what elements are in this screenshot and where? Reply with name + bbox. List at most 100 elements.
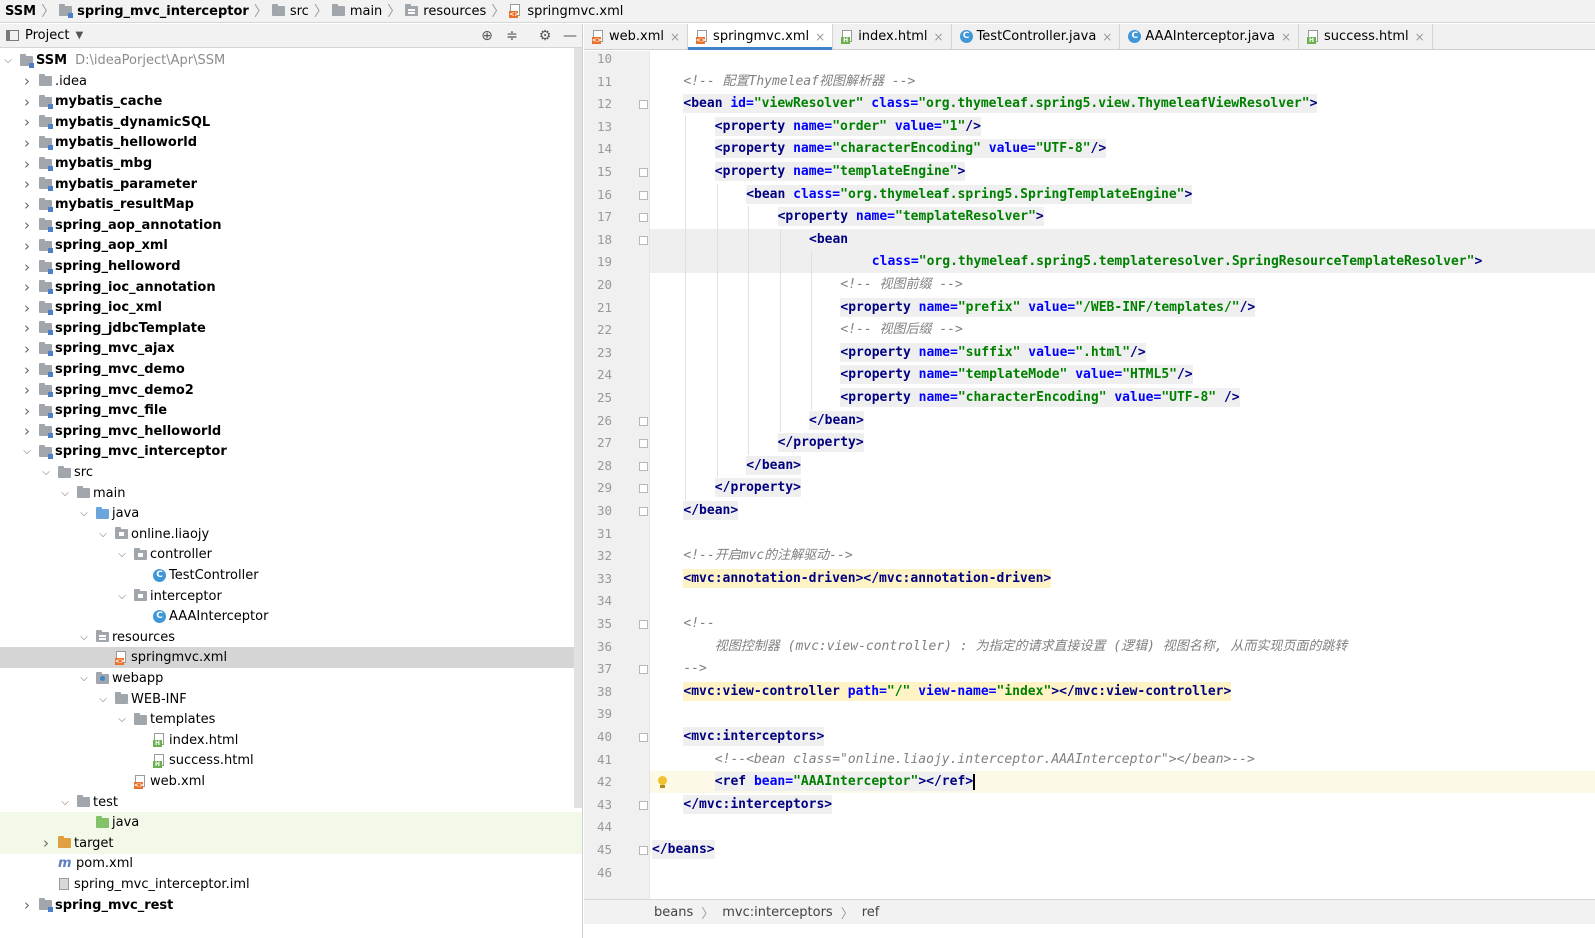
tree-item[interactable]: › spring_jdbcTemplate [0,318,582,339]
chevron-down-icon[interactable]: ⌵ [77,508,91,519]
tree-item[interactable]: › spring_aop_xml [0,235,582,256]
minimize-icon[interactable]: — [561,27,579,45]
tree-item[interactable]: m pom.xml [0,853,582,874]
tree-item[interactable]: java [0,812,582,834]
close-icon[interactable]: × [1102,30,1112,44]
tree-item[interactable]: Hindex.html [0,730,582,751]
chevron-right-icon[interactable]: › [20,896,34,914]
chevron-right-icon[interactable]: › [20,402,34,420]
tab-web-xml[interactable]: <> web.xml × [584,24,689,49]
chevron-down-icon[interactable]: ⌵ [39,467,53,478]
tree-item[interactable]: › spring_mvc_file [0,400,582,421]
chevron-right-icon[interactable]: › [20,113,34,131]
fold-marker-icon[interactable] [639,168,648,177]
breadcrumb-item[interactable]: <> springmvc.xml [509,4,625,19]
tree-item[interactable]: › mybatis_parameter [0,174,582,195]
tab-aaainterceptor-java[interactable]: C AAAInterceptor.java × [1120,24,1300,49]
tree-item[interactable]: › mybatis_dynamicSQL [0,112,582,133]
close-icon[interactable]: × [670,30,680,44]
project-view-selector[interactable]: Project ▼ [6,28,83,43]
tab-index-html[interactable]: Hindex.html × [833,24,952,49]
fold-marker-icon[interactable] [639,461,648,471]
fold-marker-icon[interactable] [639,733,648,742]
tree-item[interactable]: ⌵ controller [0,544,582,565]
fold-marker-icon[interactable] [639,190,648,200]
chevron-right-icon[interactable]: › [20,381,34,399]
chevron-right-icon[interactable]: › [20,237,34,255]
fold-marker-icon[interactable] [639,100,648,110]
tree-item[interactable]: ⌵ src [0,462,582,483]
chevron-down-icon[interactable]: ⌵ [1,55,15,66]
chevron-down-icon[interactable]: ⌵ [20,446,34,457]
tree-item[interactable]: ⌵ SSM D:\ideaPorject\Apr\SSM [0,50,582,71]
gear-icon[interactable]: ⚙ [536,27,554,45]
fold-marker-icon[interactable] [639,213,648,223]
chevron-right-icon[interactable]: › [20,216,34,234]
xml-path-item[interactable]: beans [654,905,693,920]
breadcrumb-item[interactable]: src [271,4,311,19]
chevron-right-icon[interactable]: › [20,134,34,152]
chevron-down-icon[interactable]: ⌵ [58,797,72,808]
tree-item[interactable]: ⌵ resources [0,627,582,648]
tree-item[interactable]: › spring_mvc_demo2 [0,380,582,401]
tree-item[interactable]: ⌵ java [0,503,582,524]
tree-item[interactable]: › .idea [0,71,582,92]
tree-item[interactable]: ⌵ interceptor [0,586,582,607]
chevron-right-icon[interactable]: › [39,834,53,852]
tree-item[interactable]: ⌵ main [0,483,582,504]
chevron-down-icon[interactable]: ⌵ [96,694,110,705]
xml-path-item[interactable]: mvc:interceptors [722,905,832,920]
chevron-right-icon[interactable]: › [20,72,34,90]
fold-marker-icon[interactable] [639,800,648,810]
tree-item[interactable]: › mybatis_cache [0,91,582,112]
tree-item[interactable]: › spring_helloword [0,256,582,277]
tree-item[interactable]: ⌵ webapp [0,668,582,689]
collapse-all-icon[interactable]: ≑ [503,27,521,45]
tree-item[interactable]: spring_mvc_interceptor.iml [0,874,582,895]
close-icon[interactable]: × [934,30,944,44]
chevron-right-icon[interactable]: › [20,93,34,111]
tree-item[interactable]: ⌵ spring_mvc_interceptor [0,441,582,462]
tree-item[interactable]: › spring_aop_annotation [0,215,582,236]
chevron-right-icon[interactable]: › [20,258,34,276]
chevron-down-icon[interactable]: ⌵ [77,673,91,684]
chevron-down-icon[interactable]: ⌵ [96,529,110,540]
xml-path-item[interactable]: ref [862,905,880,920]
tree-item[interactable]: › mybatis_helloworld [0,132,582,153]
chevron-down-icon[interactable]: ⌵ [115,714,129,725]
chevron-right-icon[interactable]: › [20,319,34,337]
fold-marker-icon[interactable] [639,620,648,629]
tree-item[interactable]: C TestController [0,565,582,586]
tree-item[interactable]: › spring_ioc_xml [0,297,582,318]
chevron-right-icon[interactable]: › [20,175,34,193]
locate-icon[interactable]: ⊕ [478,27,496,45]
breadcrumb-item[interactable]: SSM [3,4,38,19]
fold-marker-icon[interactable] [639,235,648,245]
tree-item[interactable]: ⌵ templates [0,709,582,730]
tree-item[interactable]: <> web.xml [0,771,582,792]
breadcrumb-item[interactable]: spring_mvc_interceptor [59,4,251,19]
chevron-down-icon[interactable]: ⌵ [58,488,72,499]
tree-item[interactable]: › spring_ioc_annotation [0,277,582,298]
tab-testcontroller-java[interactable]: C TestController.java × [952,24,1121,49]
chevron-down-icon[interactable]: ⌵ [115,549,129,560]
tree-scrollbar[interactable] [574,48,582,808]
fold-marker-icon[interactable] [639,439,648,449]
tree-item[interactable]: › spring_mvc_demo [0,359,582,380]
chevron-right-icon[interactable]: › [20,155,34,173]
tree-item[interactable]: › spring_mvc_rest [0,895,582,916]
fold-marker-icon[interactable] [639,484,648,494]
chevron-right-icon[interactable]: › [20,196,34,214]
lightbulb-icon[interactable] [657,776,668,789]
close-icon[interactable]: × [815,30,825,44]
chevron-right-icon[interactable]: › [20,278,34,296]
tab-success-html[interactable]: Hsuccess.html × [1299,24,1433,49]
tree-item[interactable]: C AAAInterceptor [0,606,582,627]
tree-item[interactable]: <> springmvc.xml [0,647,582,669]
breadcrumb-item[interactable]: resources [405,4,488,19]
fold-marker-icon[interactable] [639,507,648,516]
chevron-right-icon[interactable]: › [20,340,34,358]
chevron-down-icon[interactable]: ⌵ [77,632,91,643]
tree-item[interactable]: Hsuccess.html [0,750,582,771]
tree-item[interactable]: › spring_mvc_ajax [0,338,582,359]
